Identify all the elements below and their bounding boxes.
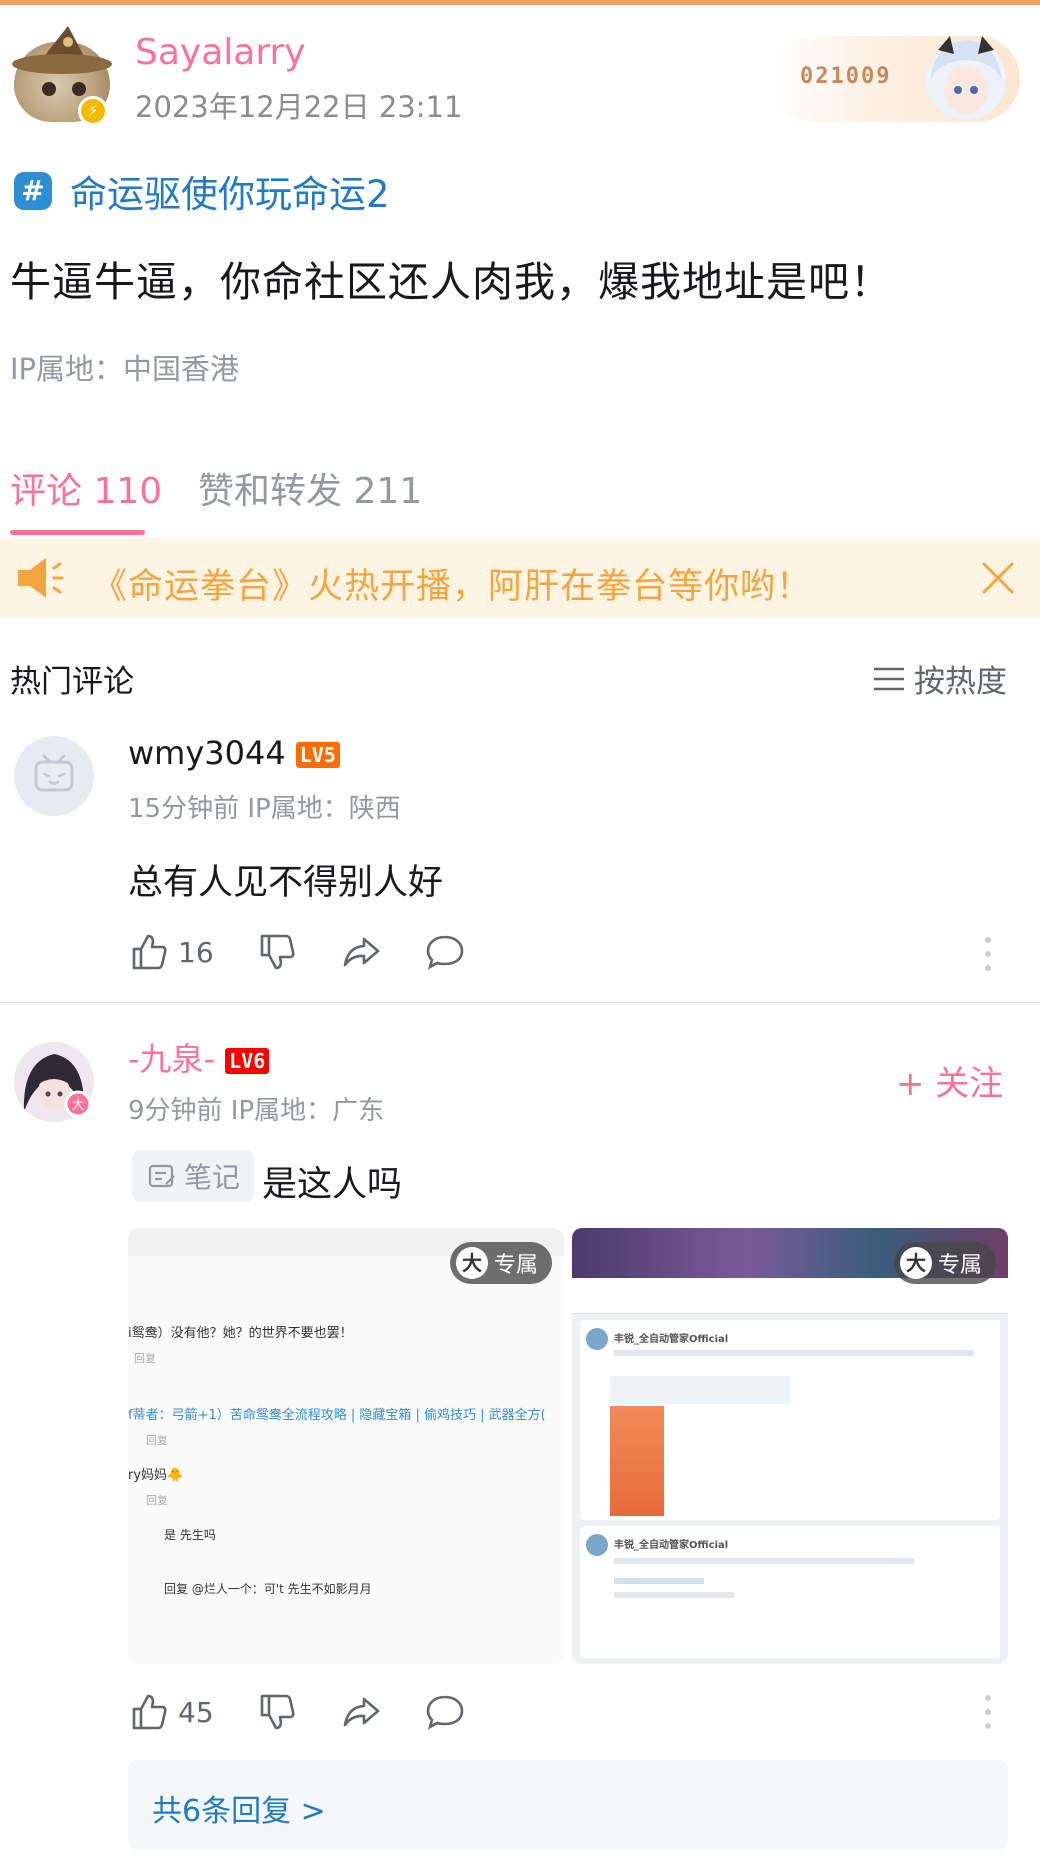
comment-author[interactable]: -九泉- LV6 xyxy=(128,1034,270,1080)
comment-author-name: -九泉- xyxy=(128,1040,216,1078)
image-text-line: ry妈妈🐥 xyxy=(128,1468,184,1483)
fan-number: 021009 xyxy=(800,64,892,89)
fan-medal-card[interactable]: 021009 xyxy=(770,36,1020,122)
image-card: 丰锐_全自动管家Official xyxy=(580,1320,1000,1520)
comment-image-1[interactable]: i鸳鸯）没有他？她？的世界不要也罢！ 回复 f蒂者：弓箭+1）苦命鸳鸯全流程攻略… xyxy=(128,1228,564,1664)
thumbs-up-icon xyxy=(132,934,167,970)
replies-box[interactable]: 共6条回复 > xyxy=(128,1760,1008,1850)
comment-meta: 15分钟前 IP属地：陕西 xyxy=(128,794,401,824)
speech-bubble-icon xyxy=(426,935,463,970)
share-button[interactable] xyxy=(340,931,382,973)
svg-text:大: 大 xyxy=(71,1098,84,1113)
notice-banner[interactable]: 《命运拳台》火热开播，阿肝在拳台等你哟！ xyxy=(0,538,1040,618)
avatar-eye xyxy=(42,82,56,96)
follow-button[interactable]: + 关注 xyxy=(896,1056,1003,1105)
top-accent-line xyxy=(0,0,1040,5)
dislike-button[interactable] xyxy=(256,931,298,973)
image-card: 丰锐_全自动管家Official xyxy=(580,1526,1000,1658)
exclusive-badge: 大 专属 xyxy=(449,1242,552,1284)
image-text-line: 是 先生吗 xyxy=(164,1528,216,1542)
comment-meta: 9分钟前 IP属地：广东 xyxy=(128,1096,385,1126)
comment-text: 是这人吗 xyxy=(262,1165,403,1205)
image-card-thumb xyxy=(610,1406,664,1516)
image-text-line: 回复 xyxy=(146,1494,168,1507)
comment-avatar[interactable] xyxy=(14,736,94,816)
comment-divider xyxy=(0,1002,1040,1003)
author-avatar[interactable]: ⚡ xyxy=(8,24,116,128)
post-body: 牛逼牛逼，你命社区还人肉我，爆我地址是吧！ xyxy=(10,258,892,306)
notice-text: 《命运拳台》火热开播，阿肝在拳台等你哟！ xyxy=(92,567,813,607)
comment-image-2[interactable]: 丰锐_全自动管家Official 丰锐_全自动管家Official 大 专属 xyxy=(572,1228,1008,1664)
default-tv-avatar-icon xyxy=(34,754,74,792)
image-card-avatar xyxy=(586,1534,608,1556)
thumbs-up-icon xyxy=(132,1694,167,1730)
speech-bubble-icon xyxy=(426,1695,463,1730)
hot-comments-title: 热门评论 xyxy=(10,664,134,700)
thumbs-down-icon xyxy=(260,934,295,970)
sort-lines-icon xyxy=(874,667,904,690)
sort-button[interactable]: 按热度 xyxy=(872,656,1007,701)
comment-actions: 45 xyxy=(128,1688,508,1736)
like-button[interactable]: 16 xyxy=(128,931,214,973)
topic-tag[interactable]: # 命运驱使你玩命运2 xyxy=(14,168,390,216)
thumbs-down-icon xyxy=(260,1694,295,1730)
tab-likes-reposts[interactable]: 赞和转发 211 xyxy=(198,462,422,514)
exclusive-icon: 大 xyxy=(455,1247,488,1279)
share-arrow-icon xyxy=(343,937,379,967)
image-card-line xyxy=(614,1350,974,1356)
image-text-line: f蒂者：弓箭+1）苦命鸳鸯全流程攻略 | 隐藏宝箱 | 偷鸡技巧 | 武器全方( xyxy=(128,1408,546,1423)
image-card-avatar xyxy=(586,1328,608,1350)
dislike-button[interactable] xyxy=(256,1691,298,1733)
comment-text: 总有人见不得别人好 xyxy=(128,863,444,903)
tab-comments[interactable]: 评论 110 xyxy=(10,462,162,514)
active-tab-indicator xyxy=(10,530,145,535)
level-badge: LV5 xyxy=(295,742,340,768)
image-card-line xyxy=(614,1592,734,1598)
image-text-line: 回复 @烂人一个：可't 先生不如影月月 xyxy=(164,1582,372,1596)
like-count: 45 xyxy=(178,1695,214,1729)
avatar-eye xyxy=(72,82,86,96)
level-badge: LV6 xyxy=(225,1048,270,1074)
image-card-quote xyxy=(610,1376,790,1404)
close-icon[interactable] xyxy=(978,558,1018,598)
image-text-line: i鸳鸯）没有他？她？的世界不要也罢！ xyxy=(128,1326,353,1341)
exclusive-label: 专属 xyxy=(493,1253,538,1278)
exclusive-badge: 大 专属 xyxy=(893,1242,996,1284)
like-count: 16 xyxy=(178,935,214,969)
exclusive-label: 专属 xyxy=(937,1253,982,1278)
witch-hat-icon xyxy=(12,26,112,74)
image-card-title: 丰锐_全自动管家Official xyxy=(614,1334,729,1345)
image-card-title: 丰锐_全自动管家Official xyxy=(614,1540,729,1551)
comment-author[interactable]: wmy3044 LV5 xyxy=(128,734,340,772)
share-button[interactable] xyxy=(340,1691,382,1733)
vip-badge-icon: 大 xyxy=(64,1090,92,1118)
post-time: 2023年12月22日 23:11 xyxy=(135,90,463,124)
note-label: 笔记 xyxy=(184,1161,241,1194)
reply-button[interactable] xyxy=(424,1691,466,1733)
image-card-line xyxy=(614,1578,704,1584)
image-card-line xyxy=(614,1558,914,1564)
reply-button[interactable] xyxy=(424,931,466,973)
like-button[interactable]: 45 xyxy=(128,1691,214,1733)
more-dots-icon[interactable] xyxy=(984,1694,992,1730)
anime-girl-icon xyxy=(926,36,1006,120)
note-icon xyxy=(148,1164,175,1188)
author-name[interactable]: Sayalarry xyxy=(135,32,306,73)
image-text-line: 回复 xyxy=(146,1434,168,1447)
exclusive-icon: 大 xyxy=(899,1247,932,1279)
image-text-line: 回复 xyxy=(134,1352,156,1365)
hashtag-icon: # xyxy=(14,172,52,210)
sort-label: 按热度 xyxy=(914,664,1007,700)
comment-actions: 16 xyxy=(128,928,508,976)
share-arrow-icon xyxy=(343,1697,379,1727)
post-ip-location: IP属地：中国香港 xyxy=(10,352,240,386)
topic-text: 命运驱使你玩命运2 xyxy=(70,173,390,216)
verified-lightning-icon: ⚡ xyxy=(78,96,108,126)
speaker-icon xyxy=(18,558,64,598)
view-replies-link[interactable]: 共6条回复 > xyxy=(152,1786,326,1830)
comment-author-name: wmy3044 xyxy=(128,734,286,772)
note-chip[interactable]: 笔记 xyxy=(132,1150,255,1202)
more-dots-icon[interactable] xyxy=(984,936,992,972)
